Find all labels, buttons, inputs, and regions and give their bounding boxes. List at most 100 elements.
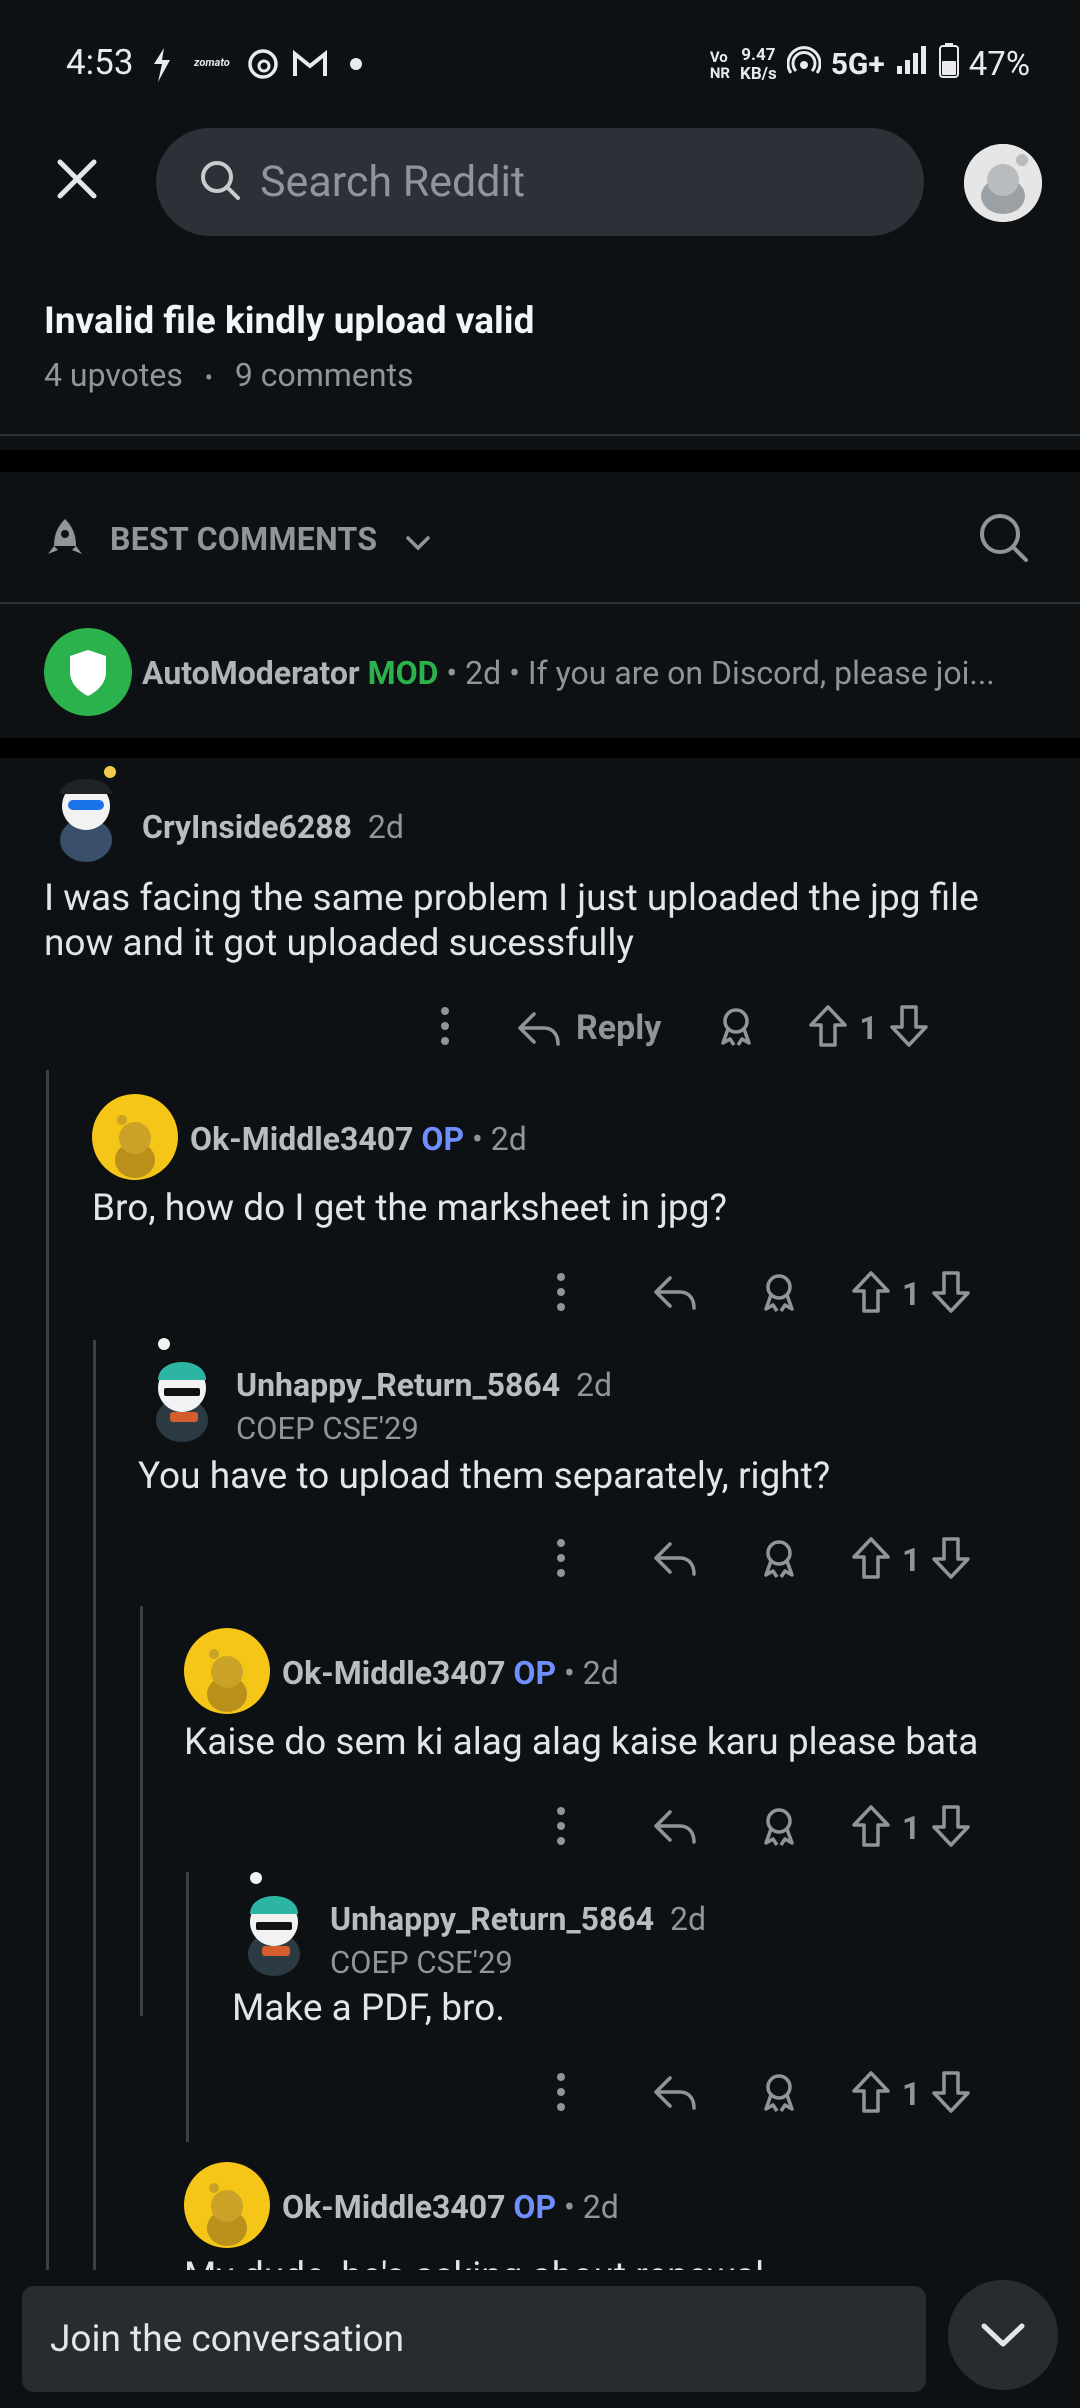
downvote-button[interactable] <box>930 1535 972 1585</box>
battery-icon <box>938 42 959 87</box>
comment-username[interactable]: Unhappy_Return_5864 <box>236 1366 560 1404</box>
more-options-icon[interactable] <box>556 1806 566 1850</box>
threads-icon <box>246 46 280 86</box>
reply-icon <box>654 2076 696 2110</box>
upvote-icon <box>809 1005 848 1047</box>
comment-username[interactable]: CryInside6288 <box>142 808 352 846</box>
thread-line[interactable] <box>140 1606 143 2016</box>
upvote-button[interactable] <box>807 1003 849 1053</box>
downvote-icon <box>932 1271 971 1313</box>
downvote-button[interactable] <box>930 2069 972 2119</box>
avatar[interactable] <box>92 1094 178 1180</box>
comment-username[interactable]: Ok-Middle3407 <box>282 1654 505 1692</box>
close-icon <box>57 159 97 199</box>
more-options-icon[interactable] <box>556 1538 566 1582</box>
upvote-button[interactable] <box>850 2069 892 2119</box>
op-badge: OP <box>513 1654 557 1692</box>
close-button[interactable] <box>52 154 102 204</box>
battery-percent: 47% <box>968 45 1030 84</box>
reply-icon <box>654 1542 696 1576</box>
user-avatar[interactable] <box>964 144 1042 222</box>
divider <box>0 738 1080 758</box>
reply-button[interactable] <box>652 1806 698 1850</box>
avatar[interactable] <box>140 1336 224 1444</box>
signal-icon <box>895 44 929 85</box>
reply-button[interactable] <box>652 1538 698 1582</box>
upvote-button[interactable] <box>850 1269 892 1319</box>
avatar[interactable] <box>184 1628 270 1714</box>
more-options-icon[interactable] <box>556 2072 566 2116</box>
comment-header: Ok-Middle3407 OP • 2d <box>190 1120 527 1158</box>
avatar[interactable] <box>44 760 134 864</box>
snoo-cap-avatar-icon <box>248 1872 300 1976</box>
downvote-icon <box>932 1805 971 1847</box>
mod-badge: MOD <box>367 654 439 692</box>
award-icon <box>764 1540 794 1578</box>
avatar[interactable] <box>184 2162 270 2248</box>
more-options-icon[interactable] <box>440 1006 450 1050</box>
comment-body: Kaise do sem ki alag alag kaise karu ple… <box>184 1721 979 1764</box>
post-meta: 4 upvotes • 9 comments <box>44 356 413 394</box>
thread-line[interactable] <box>46 1070 49 2270</box>
shield-icon <box>70 650 106 696</box>
reply-button[interactable]: Reply <box>516 1008 661 1048</box>
search-bar[interactable]: Search Reddit <box>156 128 924 236</box>
comment-age: 2d <box>576 1366 613 1404</box>
comment-body: Bro, how do I get the marksheet in jpg? <box>92 1187 727 1230</box>
downvote-button[interactable] <box>930 1803 972 1853</box>
zomato-notification-icon: zomato <box>194 56 230 69</box>
upvote-button[interactable] <box>850 1803 892 1853</box>
thread-line[interactable] <box>93 1340 96 2270</box>
award-icon <box>721 1008 752 1046</box>
sort-dropdown[interactable]: BEST COMMENTS <box>110 520 432 561</box>
op-badge: OP <box>513 2188 557 2226</box>
comment-header: Unhappy_Return_5864 2d <box>330 1900 706 1938</box>
comment-age: 2d <box>670 1900 707 1938</box>
comment-header: CryInside6288 2d <box>142 808 404 846</box>
join-conversation-label: Join the conversation <box>50 2317 405 2361</box>
vote-count: 1 <box>902 1809 921 1847</box>
post-title[interactable]: Invalid file kindly upload valid <box>44 300 534 343</box>
vote-count: 1 <box>902 2075 921 2113</box>
upvote-icon <box>852 2071 890 2113</box>
reply-button[interactable] <box>652 2072 698 2116</box>
avatar[interactable] <box>232 1870 316 1978</box>
app-notification-icon <box>150 46 174 88</box>
downvote-button[interactable] <box>888 1003 930 1053</box>
status-right: Vo NR 9.47 KB/s 5G+ 47% <box>710 42 1030 87</box>
comment-username[interactable]: Ok-Middle3407 <box>282 2188 505 2226</box>
downvote-icon <box>890 1005 928 1047</box>
comment-username[interactable]: Ok-Middle3407 <box>190 1120 413 1158</box>
thread-line[interactable] <box>186 1872 189 2142</box>
search-comments-button[interactable] <box>976 510 1030 568</box>
next-comment-button[interactable] <box>948 2280 1058 2390</box>
search-icon <box>198 158 242 206</box>
award-button[interactable] <box>758 1271 800 1317</box>
more-options-icon[interactable] <box>556 1272 566 1316</box>
chevron-down-icon <box>981 2323 1025 2347</box>
snoo-cap-avatar-icon <box>60 766 116 862</box>
comment-age: 2d <box>367 808 404 846</box>
award-button[interactable] <box>758 1805 800 1851</box>
upvote-icon <box>852 1537 890 1579</box>
award-button[interactable] <box>715 1005 757 1051</box>
automod-preview: If you are on Discord, please joi... <box>527 654 995 692</box>
snoo-avatar-icon <box>207 2183 247 2246</box>
award-icon <box>764 1808 794 1846</box>
snoo-avatar-icon <box>115 1115 155 1178</box>
downvote-button[interactable] <box>930 1269 972 1319</box>
award-button[interactable] <box>758 1537 800 1583</box>
automod-username[interactable]: AutoModerator <box>142 654 360 692</box>
comment-age: 2d <box>465 654 502 692</box>
reply-icon <box>654 1276 696 1310</box>
post-upvotes: 4 upvotes <box>44 356 183 394</box>
join-conversation-input[interactable]: Join the conversation <box>22 2286 926 2392</box>
award-icon <box>764 2074 794 2112</box>
snoo-avatar-icon <box>207 1649 247 1712</box>
upvote-button[interactable] <box>850 1535 892 1585</box>
reply-button[interactable] <box>652 1272 698 1316</box>
award-button[interactable] <box>758 2071 800 2117</box>
comment-username[interactable]: Unhappy_Return_5864 <box>330 1900 654 1938</box>
comment-header: Ok-Middle3407 OP • 2d <box>282 2188 619 2226</box>
meta-separator: • <box>204 364 213 392</box>
